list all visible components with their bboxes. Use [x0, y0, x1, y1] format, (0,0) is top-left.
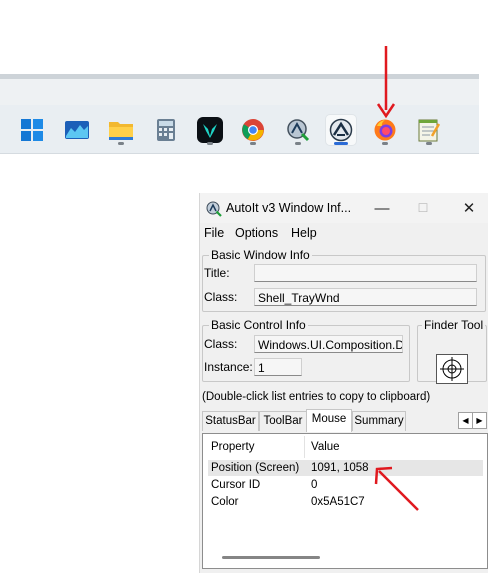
control-instance-field[interactable]: 1 — [254, 358, 302, 376]
window-class-field[interactable]: Shell_TrayWnd — [254, 288, 477, 306]
list-item[interactable]: Color 0x5A51C7 — [208, 494, 483, 510]
tab-scroll-buttons: ◀ ▶ — [458, 412, 487, 429]
close-button[interactable]: ✕ — [452, 197, 486, 219]
tab-scroll-right-icon[interactable]: ▶ — [473, 413, 486, 428]
finder-tool-crosshair[interactable] — [436, 354, 468, 384]
autoit-window-info-icon — [206, 201, 222, 220]
taskbar-upper-strip — [0, 79, 479, 105]
file-explorer-icon[interactable] — [106, 115, 136, 145]
menu-file[interactable]: File — [204, 226, 224, 240]
listview-header: Property Value — [203, 434, 487, 458]
window-title-label: Title: — [204, 266, 230, 280]
menu-help[interactable]: Help — [291, 226, 317, 240]
property-name: Position (Screen) — [211, 462, 300, 474]
finder-tool-legend: Finder Tool — [424, 318, 484, 332]
notepad-icon[interactable] — [414, 115, 444, 145]
horizontal-scrollbar-thumb[interactable] — [222, 556, 320, 559]
taskbar-active-indicator — [334, 142, 348, 145]
windows-start-icon[interactable] — [17, 115, 47, 145]
basic-window-info-legend: Basic Window Info — [211, 248, 310, 262]
tab-scroll-left-icon[interactable]: ◀ — [459, 413, 473, 428]
list-item[interactable]: Cursor ID 0 — [208, 477, 483, 493]
autoit-window-info-window: AutoIt v3 Window Inf... — ☐ ✕ File Optio… — [199, 193, 488, 573]
tab-summary[interactable]: Summary — [352, 411, 406, 431]
taskbar-running-indicator — [295, 142, 301, 145]
list-item[interactable]: Position (Screen) 1091, 1058 — [208, 460, 483, 476]
annotation-arrow-diagonal — [374, 466, 419, 511]
control-class-label: Class: — [204, 337, 238, 351]
tab-mouse[interactable]: Mouse — [306, 409, 352, 432]
maximize-button[interactable]: ☐ — [406, 197, 440, 219]
taskbar — [0, 105, 479, 154]
taskbar-running-indicator — [382, 142, 388, 145]
column-divider[interactable] — [304, 436, 305, 458]
autoit-icon[interactable] — [326, 115, 356, 145]
tab-toolbar[interactable]: ToolBar — [259, 411, 307, 431]
window-title-bar[interactable]: AutoIt v3 Window Inf... — ☐ ✕ — [200, 193, 488, 223]
property-value: 0x5A51C7 — [311, 496, 365, 508]
column-header-property[interactable]: Property — [211, 441, 254, 453]
predator-app-icon[interactable] — [195, 115, 225, 145]
autoit-window-info-icon[interactable] — [283, 115, 313, 145]
annotation-arrow-down — [376, 46, 396, 119]
column-header-value[interactable]: Value — [311, 441, 340, 453]
chrome-icon[interactable] — [238, 115, 268, 145]
properties-listview[interactable]: Property Value Position (Screen) 1091, 1… — [202, 433, 488, 569]
window-title: AutoIt v3 Window Inf... — [226, 201, 352, 215]
taskbar-running-indicator — [426, 142, 432, 145]
control-class-field[interactable]: Windows.UI.Composition.Desk — [254, 335, 403, 353]
tab-statusbar[interactable]: StatusBar — [202, 411, 259, 431]
finder-tool-group: Finder Tool — [417, 318, 487, 384]
taskbar-running-indicator — [207, 142, 213, 145]
property-name: Color — [211, 496, 239, 508]
window-title-field[interactable] — [254, 264, 477, 282]
stock-chart-app-icon[interactable] — [62, 115, 92, 145]
property-value: 0 — [311, 479, 318, 491]
taskbar-running-indicator — [250, 142, 256, 145]
clipboard-hint: (Double-click list entries to copy to cl… — [202, 391, 431, 403]
calculator-icon[interactable] — [151, 115, 181, 145]
window-class-label: Class: — [204, 290, 238, 304]
basic-control-info-legend: Basic Control Info — [211, 318, 306, 332]
taskbar-running-indicator — [118, 142, 124, 145]
minimize-button[interactable]: — — [365, 197, 399, 219]
property-value: 1091, 1058 — [311, 462, 369, 474]
crosshair-icon — [440, 357, 464, 381]
menu-options[interactable]: Options — [235, 226, 278, 240]
property-name: Cursor ID — [211, 479, 261, 491]
control-instance-label: Instance: — [204, 360, 253, 374]
